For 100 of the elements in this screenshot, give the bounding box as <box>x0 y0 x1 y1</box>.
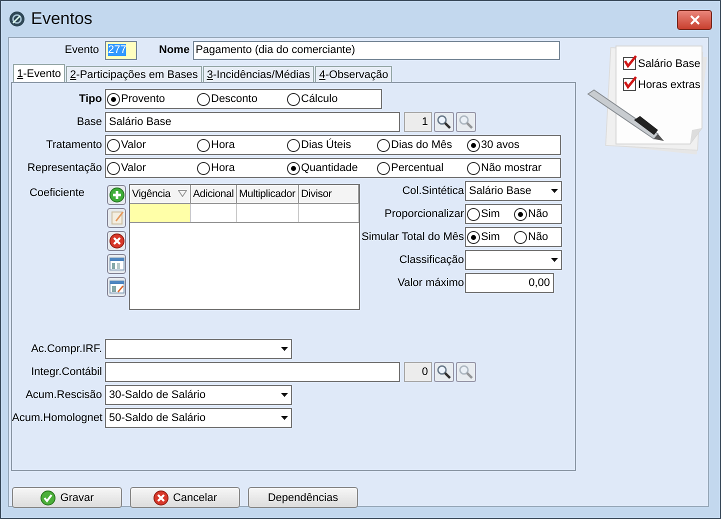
save-button[interactable]: Gravar <box>12 487 122 508</box>
layout-edit-button[interactable] <box>107 277 126 297</box>
code-field: 1 <box>404 112 432 132</box>
column-header[interactable]: Multiplicador <box>237 185 299 203</box>
add-button[interactable] <box>107 185 126 205</box>
search-icon <box>436 114 452 130</box>
radio-button[interactable] <box>107 138 120 152</box>
field-label: Integr.Contábil <box>30 366 103 378</box>
cancel-icon <box>152 490 169 506</box>
check-icon <box>40 490 56 506</box>
option-label: Percentual <box>391 162 444 174</box>
radio-button[interactable] <box>107 162 120 174</box>
column-header[interactable]: Adicional <box>191 185 237 203</box>
text-field[interactable] <box>105 362 400 382</box>
search-button[interactable] <box>434 362 454 382</box>
checkbox[interactable] <box>623 78 636 91</box>
name-field[interactable]: Pagamento (dia do comerciante) <box>192 40 560 60</box>
radio-button[interactable] <box>287 162 300 174</box>
option-label: Sim <box>481 208 500 220</box>
search-icon <box>458 364 474 380</box>
field-label: Ac.Compr.IRF. <box>30 343 103 355</box>
dropdown-caret-icon <box>551 258 558 262</box>
tab[interactable]: 3-Incidências/Médias <box>202 66 314 82</box>
radio-button[interactable] <box>197 92 210 106</box>
dropdown[interactable]: 30-Saldo de Salário <box>105 385 292 405</box>
window-title: Eventos <box>31 9 92 29</box>
plus-icon <box>108 187 124 203</box>
column-header[interactable]: Divisor <box>299 185 359 203</box>
field-label: Coeficiente <box>28 186 86 201</box>
field-label: Valor máximo <box>396 277 465 289</box>
code-field: 0 <box>404 362 432 382</box>
option-label: Não <box>528 208 548 220</box>
dropdown[interactable] <box>465 250 562 270</box>
dropdown[interactable]: Salário Base <box>465 181 562 201</box>
option-label: 30 avos <box>481 139 520 151</box>
field-label: Tipo <box>78 93 103 105</box>
checkbox[interactable] <box>623 57 636 70</box>
dropdown[interactable] <box>105 339 292 359</box>
field-label: Simular Total do Mês <box>360 231 465 243</box>
dependencies-button[interactable]: Dependências <box>248 487 358 508</box>
field-label: Acum.Homolognet <box>12 412 104 424</box>
dropdown[interactable]: 50-Saldo de Salário <box>105 408 292 428</box>
cancel-button[interactable]: Cancelar <box>130 487 240 508</box>
radio-button[interactable] <box>287 138 300 152</box>
dropdown-caret-icon <box>281 416 288 420</box>
close-icon <box>688 15 700 25</box>
option-label: Provento <box>121 93 166 105</box>
dropdown-caret-icon <box>281 393 288 397</box>
radio-button[interactable] <box>514 208 527 220</box>
option-label: Valor <box>121 139 146 151</box>
pencil-note-icon <box>108 210 124 226</box>
window-pencil-icon <box>108 279 124 295</box>
search-button[interactable] <box>434 112 454 132</box>
radio-button[interactable] <box>377 138 390 152</box>
field-label: Col.Sintética <box>401 185 465 197</box>
number-field[interactable]: 0,00 <box>465 273 554 293</box>
text-field[interactable]: Salário Base <box>105 112 400 132</box>
radio-button[interactable] <box>107 92 120 106</box>
dropdown-caret-icon <box>281 347 288 351</box>
radio-button[interactable] <box>377 162 390 174</box>
option-label: Desconto <box>211 93 258 105</box>
radio-button[interactable] <box>467 230 480 244</box>
delete-button[interactable] <box>107 231 126 251</box>
radio-button[interactable] <box>197 138 210 152</box>
checkbox-label: Salário Base <box>638 58 700 70</box>
option-label: Cálculo <box>301 93 338 105</box>
option-label: Não <box>528 231 548 243</box>
search-icon <box>436 364 452 380</box>
field-label: Acum.Rescisão <box>24 389 103 401</box>
search-icon <box>458 114 474 130</box>
radio-button[interactable] <box>467 138 480 152</box>
app-logo-icon <box>9 11 25 27</box>
window-icon <box>108 256 124 272</box>
tab[interactable]: 4-Observação <box>315 66 392 82</box>
radio-button[interactable] <box>197 162 210 174</box>
option-label: Dias Úteis <box>301 139 352 151</box>
radio-button[interactable] <box>467 162 480 174</box>
tab[interactable]: 2-Participações em Bases <box>66 66 202 82</box>
option-label: Não mostrar <box>481 162 542 174</box>
sort-icon <box>178 190 187 197</box>
field-label: Nome <box>159 44 190 56</box>
tab[interactable]: 1-Evento <box>13 64 66 82</box>
field-label: Classificação <box>398 254 465 266</box>
dropdown-caret-icon <box>551 189 558 193</box>
radio-button[interactable] <box>514 230 527 244</box>
radio-button[interactable] <box>287 92 300 106</box>
field-label: Evento <box>64 44 100 56</box>
field-label: Representação <box>26 162 103 174</box>
checkbox-label: Horas extras <box>638 78 700 90</box>
columns-button[interactable] <box>107 254 126 274</box>
close-button[interactable] <box>677 10 712 30</box>
field-label: Base <box>76 116 103 128</box>
option-label: Hora <box>211 162 235 174</box>
column-header[interactable]: Vigência <box>130 185 191 203</box>
option-label: Hora <box>211 139 235 151</box>
option-label: Dias do Mês <box>391 139 452 151</box>
radio-button[interactable] <box>467 208 480 220</box>
field-label: Proporcionalizar <box>384 208 465 220</box>
table-cell[interactable] <box>130 204 191 222</box>
option-label: Quantidade <box>301 162 358 174</box>
